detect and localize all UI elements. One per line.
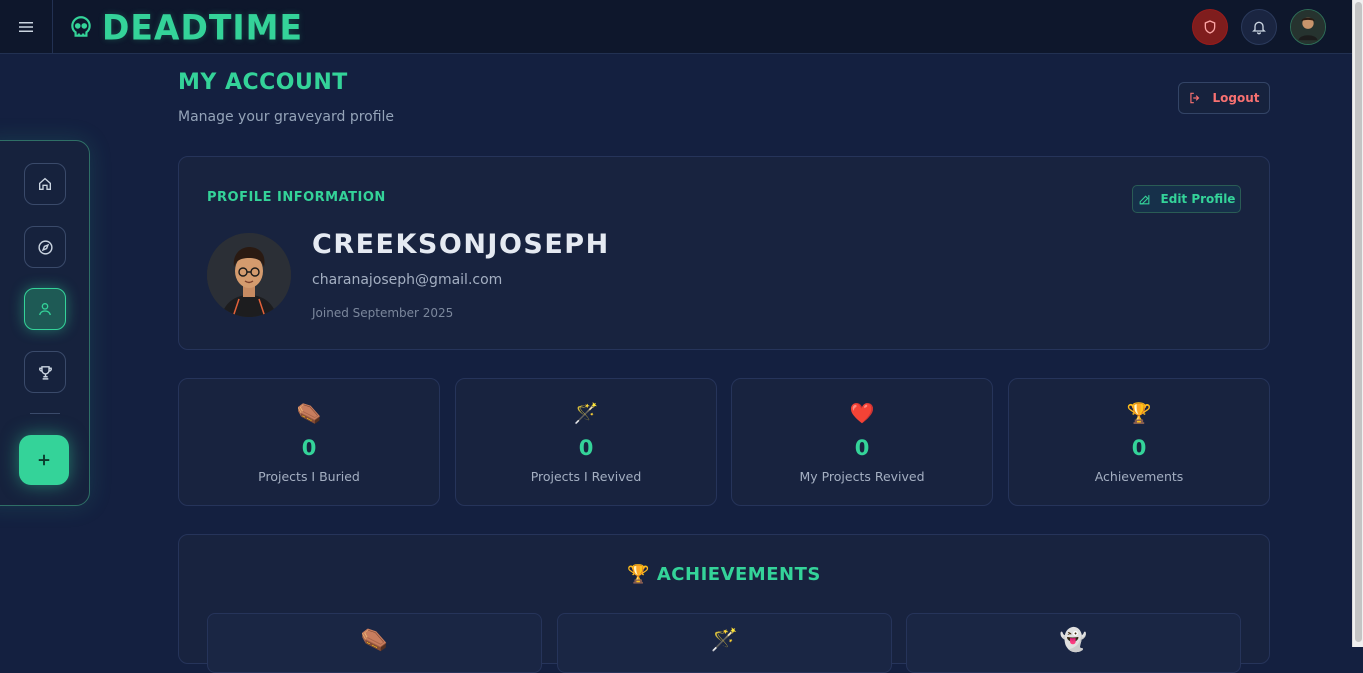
achievements-heading: 🏆 Achievements xyxy=(179,564,1269,585)
stat-card-my-projects-revived: ❤️ 0 My Projects Revived xyxy=(731,378,993,506)
logout-label: Logout xyxy=(1212,91,1260,105)
page-scrollbar[interactable] xyxy=(1352,0,1363,647)
achievement-item[interactable]: 🪄 xyxy=(557,613,892,673)
ghost-icon: 👻 xyxy=(1059,628,1088,653)
avatar xyxy=(1291,10,1325,44)
edit-icon xyxy=(1139,194,1149,204)
stat-value: 0 xyxy=(578,436,594,460)
heart-icon: ❤️ xyxy=(849,401,875,425)
bell-icon xyxy=(1252,21,1266,35)
magic-wand-icon: 🪄 xyxy=(710,628,739,653)
side-navigation xyxy=(0,140,90,506)
achievement-item[interactable]: ⚰️ xyxy=(207,613,542,673)
coffin-icon: ⚰️ xyxy=(296,401,322,425)
stat-card-achievements: 🏆 0 Achievements xyxy=(1008,378,1270,506)
stat-label: Achievements xyxy=(1094,469,1184,484)
stat-value: 0 xyxy=(301,436,317,460)
home-icon xyxy=(39,177,51,190)
stat-label: My Projects Revived xyxy=(799,469,925,484)
profile-email: charanajoseph@gmail.com xyxy=(312,272,503,288)
stat-card-buried: ⚰️ 0 Projects I Buried xyxy=(178,378,440,506)
magic-wand-icon: 🪄 xyxy=(573,401,599,425)
stat-label: Projects I Revived xyxy=(530,469,642,484)
edit-profile-label: Edit Profile xyxy=(1160,192,1236,206)
coffin-icon: ⚰️ xyxy=(360,628,389,653)
page-title: My Account xyxy=(178,70,348,95)
shield-button[interactable] xyxy=(1192,9,1228,45)
top-bar: DEADTIME xyxy=(0,0,1352,54)
brand[interactable]: DEADTIME xyxy=(68,6,304,48)
top-actions xyxy=(1192,9,1326,45)
trophy-icon xyxy=(38,365,52,380)
sidebar-item-home[interactable] xyxy=(24,163,66,205)
trophy-icon: 🏆 xyxy=(1126,401,1152,425)
achievement-item[interactable]: 👻 xyxy=(906,613,1241,673)
logout-icon xyxy=(1190,92,1200,104)
stat-value: 0 xyxy=(1131,436,1147,460)
achievements-title: Achievements xyxy=(656,564,821,585)
profile-joined-date: Joined September 2025 xyxy=(312,306,454,320)
sidebar-divider xyxy=(30,413,60,414)
notifications-button[interactable] xyxy=(1241,9,1277,45)
scrollbar-thumb[interactable] xyxy=(1355,2,1362,642)
sidebar-item-leaderboard[interactable] xyxy=(24,351,66,393)
stat-label: Projects I Buried xyxy=(258,469,360,484)
app-name: DEADTIME xyxy=(102,6,304,48)
page-subtitle: Manage your graveyard profile xyxy=(178,109,395,125)
sidebar-item-account[interactable] xyxy=(24,288,66,330)
profile-username: CreeksonJoseph xyxy=(312,229,610,260)
shield-icon xyxy=(1204,20,1216,34)
hamburger-icon xyxy=(19,22,33,32)
profile-card: Profile Information Edit Profile Creekso… xyxy=(178,156,1270,350)
hamburger-menu-button[interactable] xyxy=(0,0,53,54)
trophy-icon: 🏆 xyxy=(627,564,651,585)
sidebar-item-explore[interactable] xyxy=(24,226,66,268)
user-icon xyxy=(39,303,51,316)
edit-profile-button[interactable]: Edit Profile xyxy=(1132,185,1241,213)
create-project-button[interactable] xyxy=(19,435,69,485)
stat-value: 0 xyxy=(854,436,870,460)
skull-icon xyxy=(71,16,91,37)
logout-button[interactable]: Logout xyxy=(1178,82,1270,114)
profile-avatar xyxy=(207,233,291,317)
compass-icon xyxy=(37,239,53,255)
achievements-card: 🏆 Achievements ⚰️ 🪄 👻 xyxy=(178,534,1270,673)
stat-card-revived: 🪄 0 Projects I Revived xyxy=(455,378,717,506)
plus-icon xyxy=(38,454,50,466)
user-avatar-button[interactable] xyxy=(1290,9,1326,45)
profile-heading: Profile Information xyxy=(207,190,386,205)
